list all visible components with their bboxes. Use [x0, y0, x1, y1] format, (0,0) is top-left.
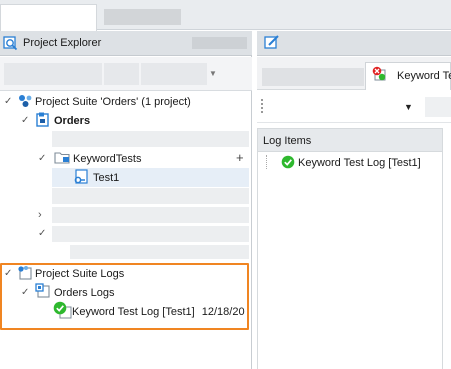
log-view-dropdown[interactable] — [268, 97, 408, 117]
highlight-box — [0, 263, 249, 330]
toolbar-button[interactable] — [4, 63, 102, 85]
project-explorer-icon — [3, 36, 19, 51]
tree-row[interactable] — [52, 131, 249, 147]
tree-row[interactable] — [52, 207, 249, 223]
toolbar-dropdown[interactable] — [141, 63, 207, 85]
log-tab-label[interactable]: Keyword Te — [397, 70, 451, 82]
error-badge-icon — [371, 66, 387, 82]
project-icon — [35, 112, 50, 127]
log-tab-inactive[interactable] — [262, 68, 364, 86]
log-items-tree — [257, 152, 443, 369]
document-tab-inactive[interactable] — [104, 9, 181, 25]
collapse-arrow-icon[interactable]: ✓ — [38, 228, 46, 239]
tree-row[interactable] — [52, 226, 249, 242]
tree-item-test1[interactable]: Test1 — [93, 172, 119, 184]
log-item[interactable]: Keyword Test Log [Test1] — [298, 157, 421, 169]
chevron-down-icon[interactable]: ▼ — [209, 69, 217, 78]
panel-header-controls[interactable] — [192, 37, 247, 49]
log-items-title: Log Items — [263, 135, 312, 147]
add-item-icon[interactable]: + — [236, 150, 244, 165]
toolbar-button[interactable] — [425, 97, 451, 117]
tree-row[interactable] — [52, 188, 249, 204]
toolbar-button[interactable] — [104, 63, 139, 85]
tree-item-project[interactable]: Orders — [54, 115, 90, 127]
collapse-arrow-icon[interactable]: ✓ — [38, 153, 46, 164]
panel-title: Project Explorer — [23, 37, 102, 49]
document-tab-active[interactable] — [0, 4, 97, 31]
success-check-icon — [281, 155, 295, 169]
edit-icon[interactable] — [264, 35, 280, 50]
collapse-arrow-icon[interactable]: ✓ — [21, 115, 29, 126]
log-panel-header — [257, 31, 451, 56]
tree-row[interactable] — [70, 245, 249, 259]
folder-icon — [54, 150, 71, 164]
chevron-down-icon[interactable]: ▼ — [404, 102, 413, 112]
expand-arrow-icon[interactable]: › — [38, 209, 42, 221]
project-suite-icon — [18, 94, 33, 108]
tree-item-keyword-tests[interactable]: KeywordTests — [73, 153, 141, 165]
tree-connector — [266, 155, 267, 169]
collapse-arrow-icon[interactable]: ✓ — [4, 96, 12, 107]
tree-item-project-suite[interactable]: Project Suite 'Orders' (1 project) — [35, 96, 191, 108]
toolbar-grip[interactable] — [261, 99, 263, 113]
keyword-test-icon — [73, 169, 89, 185]
